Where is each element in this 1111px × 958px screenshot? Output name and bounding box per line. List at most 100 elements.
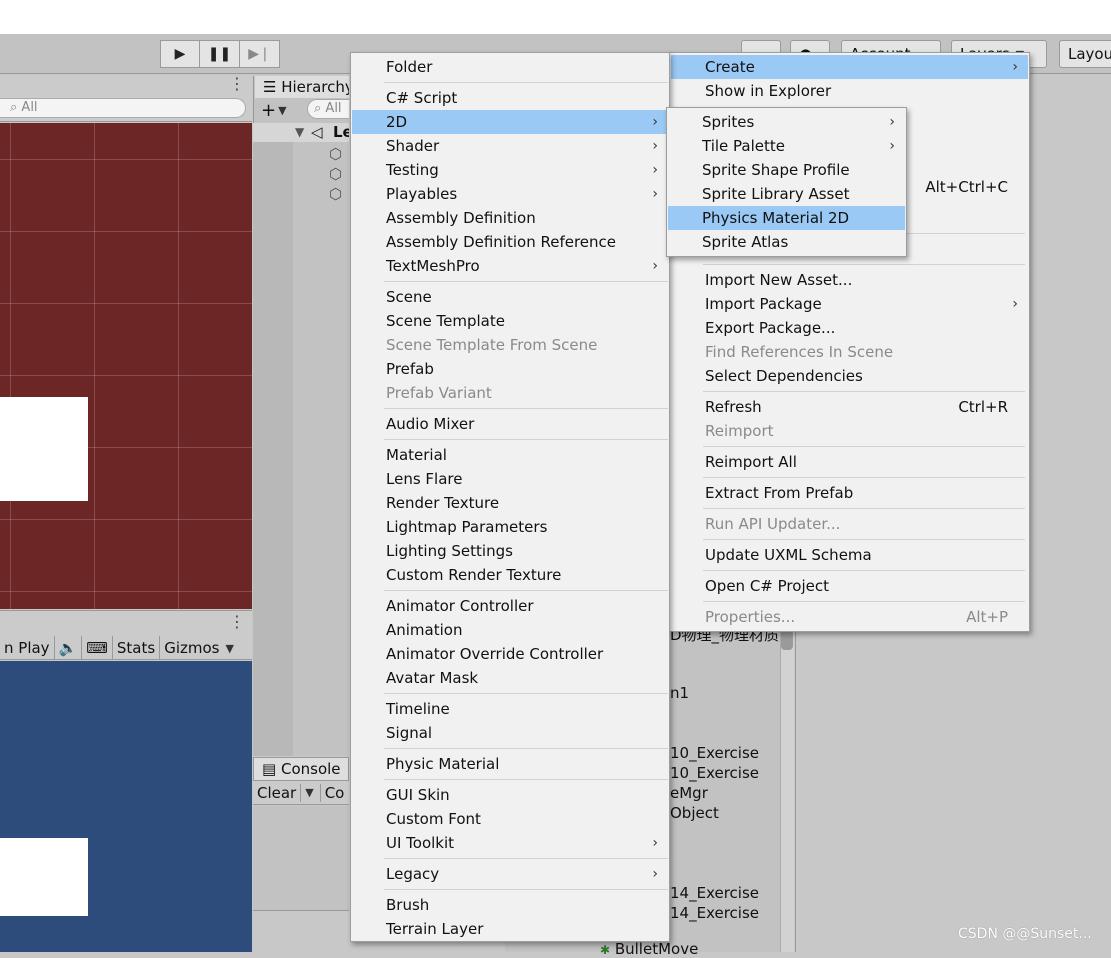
list-item[interactable]: ✱ BulletMove: [600, 940, 698, 958]
menu-item-scene-template[interactable]: Scene Template: [352, 309, 668, 333]
menu-item-properties[interactable]: Properties... Alt+P: [671, 605, 1028, 629]
project-scrollbar-thumb[interactable]: [781, 630, 793, 650]
menu-separator: [384, 779, 668, 780]
hierarchy-tab[interactable]: ☰ Hierarchy: [255, 76, 349, 98]
list-item[interactable]: 10_Exercise: [670, 744, 759, 762]
menu-item-gui-skin[interactable]: GUI Skin: [352, 783, 668, 807]
menu-item-lens-flare[interactable]: Lens Flare: [352, 467, 668, 491]
menu-item-run-api-updater[interactable]: Run API Updater...: [671, 512, 1028, 536]
hierarchy-search-input[interactable]: ⌕ All: [307, 99, 349, 119]
2d-submenu: Sprites › Tile Palette › Sprite Shape Prof…: [666, 107, 907, 257]
list-item[interactable]: eMgr: [670, 784, 708, 802]
stats-toggle[interactable]: Stats: [113, 636, 161, 660]
layout-dropdown[interactable]: Layout: [1059, 40, 1111, 68]
foldout-arrow-icon[interactable]: ▼: [295, 123, 304, 142]
menu-separator: [384, 590, 668, 591]
console-tab[interactable]: ▤ Console: [253, 757, 349, 781]
menu-item-tile-palette[interactable]: Tile Palette ›: [668, 134, 905, 158]
menu-item-scene-template-from-scene[interactable]: Scene Template From Scene: [352, 333, 668, 357]
clear-button[interactable]: Clear: [253, 783, 302, 802]
menu-item-lightmap-parameters[interactable]: Lightmap Parameters: [352, 515, 668, 539]
project-scrollbar[interactable]: [780, 630, 794, 952]
menu-item-physic-material[interactable]: Physic Material: [352, 752, 668, 776]
menu-item-textmeshpro[interactable]: TextMeshPro ›: [352, 254, 668, 278]
menu-item-prefab-variant[interactable]: Prefab Variant: [352, 381, 668, 405]
menu-item-import-new-asset[interactable]: Import New Asset...: [671, 268, 1028, 292]
menu-item-open-csharp-project[interactable]: Open C# Project: [671, 574, 1028, 598]
list-item[interactable]: n1: [670, 684, 689, 702]
menu-item-sprite-atlas[interactable]: Sprite Atlas: [668, 230, 905, 254]
menu-item-playables[interactable]: Playables ›: [352, 182, 668, 206]
menu-item-sprite-shape-profile[interactable]: Sprite Shape Profile: [668, 158, 905, 182]
maximize-on-play-toggle[interactable]: n Play: [0, 636, 55, 660]
menu-item-scene[interactable]: Scene: [352, 285, 668, 309]
menu-item-custom-render-texture[interactable]: Custom Render Texture: [352, 563, 668, 587]
menu-item-timeline[interactable]: Timeline: [352, 697, 668, 721]
scene-search-input[interactable]: ⌕ All: [0, 98, 246, 118]
chevron-right-icon: ›: [652, 258, 658, 274]
menu-item-custom-font[interactable]: Custom Font: [352, 807, 668, 831]
menu-item-sprites[interactable]: Sprites ›: [668, 110, 905, 134]
menu-item-testing[interactable]: Testing ›: [352, 158, 668, 182]
console-toolbar: Clear ▼ Co: [253, 781, 349, 805]
mute-audio-toggle[interactable]: 🔈: [55, 636, 83, 660]
menu-item-lighting-settings[interactable]: Lighting Settings: [352, 539, 668, 563]
chevron-down-icon[interactable]: ▼: [305, 786, 313, 799]
menu-item-render-texture[interactable]: Render Texture: [352, 491, 668, 515]
menu-item-terrain-layer[interactable]: Terrain Layer: [352, 917, 668, 941]
menu-separator: [703, 477, 1025, 478]
menu-item-sprite-library-asset[interactable]: Sprite Library Asset: [668, 182, 905, 206]
menu-item-2d[interactable]: 2D ›: [352, 110, 668, 134]
menu-item-update-uxml-schema[interactable]: Update UXML Schema: [671, 543, 1028, 567]
menu-item-shader[interactable]: Shader ›: [352, 134, 668, 158]
menu-item-reimport-all[interactable]: Reimport All: [671, 450, 1028, 474]
menu-item-export-package[interactable]: Export Package...: [671, 316, 1028, 340]
more-options-icon[interactable]: ⋮: [229, 74, 245, 93]
menu-item-csharp-script[interactable]: C# Script: [352, 86, 668, 110]
shortcuts-toggle[interactable]: ⌨: [82, 636, 113, 660]
list-item[interactable]: 14_Exercise: [670, 904, 759, 922]
menu-item-assembly-definition[interactable]: Assembly Definition: [352, 206, 668, 230]
step-button[interactable]: ▶❘: [240, 40, 280, 68]
menu-item-import-package[interactable]: Import Package ›: [671, 292, 1028, 316]
menu-item-assembly-definition-reference[interactable]: Assembly Definition Reference: [352, 230, 668, 254]
menu-item-select-dependencies[interactable]: Select Dependencies: [671, 364, 1028, 388]
list-item[interactable]: 10_Exercise: [670, 764, 759, 782]
scene-view[interactable]: [0, 123, 252, 609]
menu-item-animation[interactable]: Animation: [352, 618, 668, 642]
play-button[interactable]: ▶: [160, 40, 200, 68]
menu-item-show-in-explorer[interactable]: Show in Explorer: [671, 79, 1028, 103]
console-log-area[interactable]: [253, 806, 349, 910]
menu-item-animator-override-controller[interactable]: Animator Override Controller: [352, 642, 668, 666]
menu-item-folder[interactable]: Folder: [352, 55, 668, 79]
pause-button[interactable]: ❚❚: [200, 40, 240, 68]
list-item[interactable]: 14_Exercise: [670, 884, 759, 902]
shortcut-label: Ctrl+R: [958, 398, 1008, 416]
scene-sprite[interactable]: [0, 397, 88, 501]
menu-item-extract-from-prefab[interactable]: Extract From Prefab: [671, 481, 1028, 505]
menu-item-ui-toolkit[interactable]: UI Toolkit ›: [352, 831, 668, 855]
menu-item-find-references[interactable]: Find References In Scene: [671, 340, 1028, 364]
menu-item-physics-material-2d[interactable]: Physics Material 2D: [668, 206, 905, 230]
menu-item-brush[interactable]: Brush: [352, 893, 668, 917]
hierarchy-scene-root[interactable]: ▼ ◁ Le: [253, 123, 349, 142]
more-options-icon[interactable]: ⋮: [229, 612, 245, 631]
menu-item-audio-mixer[interactable]: Audio Mixer: [352, 412, 668, 436]
menu-item-material[interactable]: Material: [352, 443, 668, 467]
chevron-down-icon[interactable]: ▼: [278, 104, 286, 117]
list-item[interactable]: Object: [670, 804, 719, 822]
gizmos-toggle[interactable]: Gizmos ▼: [160, 636, 238, 660]
menu-separator: [384, 82, 668, 83]
collapse-button[interactable]: Co: [319, 783, 344, 802]
menu-item-signal[interactable]: Signal: [352, 721, 668, 745]
menu-item-prefab[interactable]: Prefab: [352, 357, 668, 381]
menu-item-reimport[interactable]: Reimport: [671, 419, 1028, 443]
add-button[interactable]: +: [261, 100, 276, 121]
menu-separator: [703, 508, 1025, 509]
menu-item-legacy[interactable]: Legacy ›: [352, 862, 668, 886]
menu-separator: [384, 439, 668, 440]
menu-item-refresh[interactable]: Refresh Ctrl+R: [671, 395, 1028, 419]
menu-item-animator-controller[interactable]: Animator Controller: [352, 594, 668, 618]
menu-item-create[interactable]: Create ›: [671, 55, 1028, 79]
menu-item-avatar-mask[interactable]: Avatar Mask: [352, 666, 668, 690]
